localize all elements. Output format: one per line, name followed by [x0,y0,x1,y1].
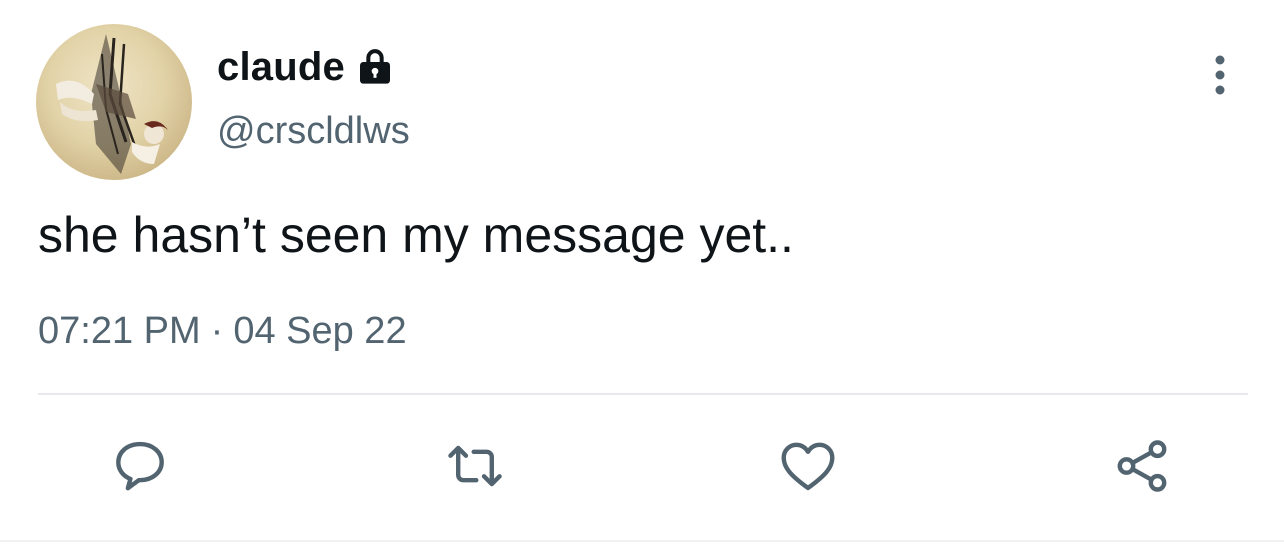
tweet-date: 04 Sep 22 [233,310,407,352]
divider [38,393,1248,395]
timestamp-separator: · [210,310,224,352]
more-options-button[interactable] [1196,50,1244,100]
like-icon [781,442,835,491]
tweet-text: she hasn’t seen my message yet.. [38,207,794,263]
author-name-row: claude [217,42,395,92]
like-button[interactable] [772,430,844,502]
share-icon [1117,440,1167,492]
retweet-icon [448,445,502,487]
more-vertical-icon [1215,55,1225,95]
avatar-illustration [56,34,168,174]
tweet-time: 07:21 PM [38,310,201,352]
retweet-button[interactable] [439,430,511,502]
tweet-timestamp[interactable]: 07:21 PM · 04 Sep 22 [38,310,407,353]
display-name[interactable]: claude [217,45,345,90]
share-button[interactable] [1106,430,1178,502]
author-handle[interactable]: @crscldlws [217,110,410,153]
lock-icon [355,47,395,87]
bottom-divider [0,540,1284,542]
reply-icon [116,441,164,491]
avatar[interactable] [36,24,192,180]
reply-button[interactable] [104,430,176,502]
